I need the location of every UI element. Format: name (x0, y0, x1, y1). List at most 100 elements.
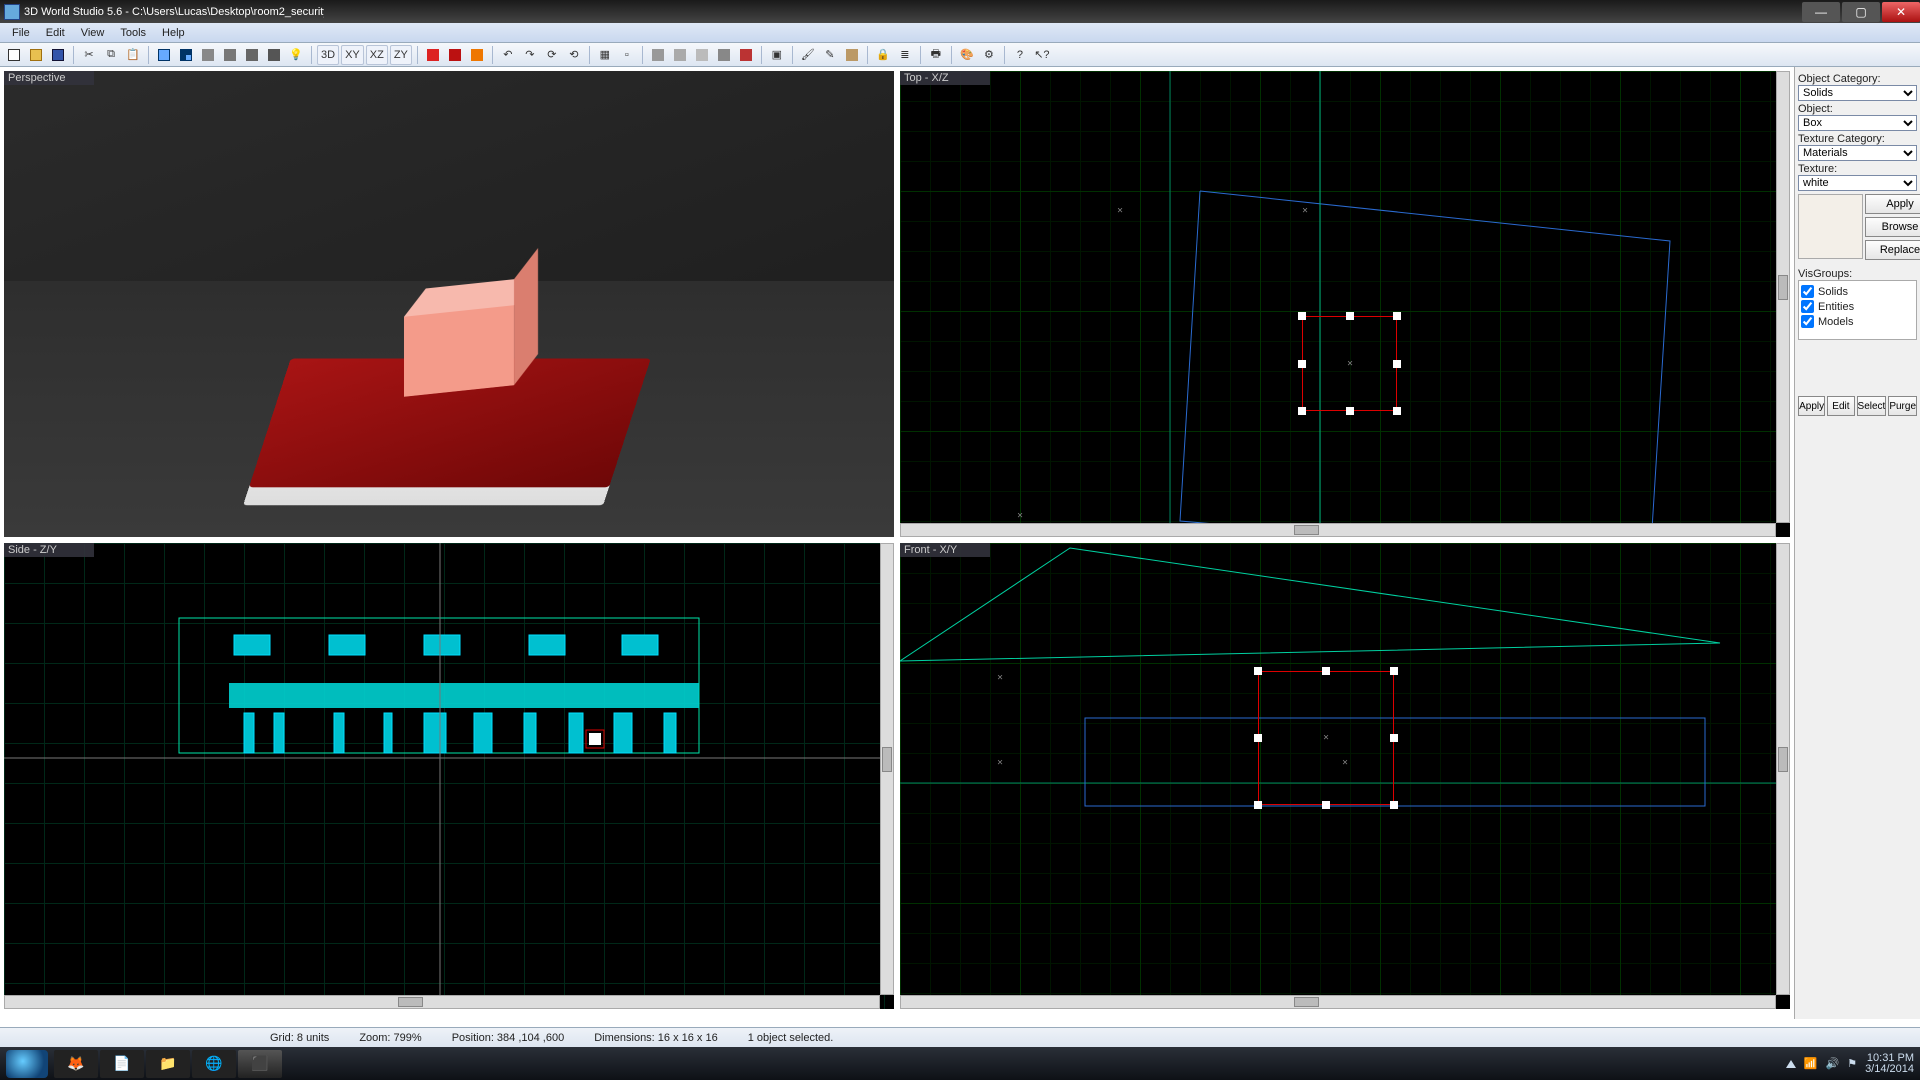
object-select[interactable]: Box (1798, 115, 1917, 131)
tray-clock[interactable]: 10:31 PM 3/14/2014 (1865, 1053, 1914, 1075)
save-icon[interactable] (48, 45, 68, 65)
vg-solids-checkbox[interactable] (1801, 285, 1814, 298)
minimize-button[interactable]: — (1802, 2, 1840, 22)
scrollbar-h[interactable] (900, 995, 1776, 1009)
cut-icon[interactable]: ✂ (79, 45, 99, 65)
palette-icon[interactable]: 🎨 (957, 45, 977, 65)
view-zy-button[interactable]: ZY (390, 45, 412, 65)
vg-edit-button[interactable]: Edit (1827, 396, 1854, 416)
help-icon[interactable]: ? (1010, 45, 1030, 65)
notepad-icon[interactable]: 📄 (100, 1050, 144, 1078)
vg-entities[interactable]: Entities (1801, 300, 1914, 313)
red-cube-icon[interactable] (423, 45, 443, 65)
shade-3-icon[interactable] (242, 45, 262, 65)
app-icon (4, 4, 20, 20)
layers-icon[interactable]: ≣ (895, 45, 915, 65)
apply-texture-button[interactable]: Apply (1865, 194, 1920, 214)
action-center-icon[interactable]: ⚑ (1847, 1057, 1857, 1070)
active-app-task-icon[interactable]: ⬛ (238, 1050, 282, 1078)
vg-solids[interactable]: Solids (1801, 285, 1914, 298)
maximize-button[interactable]: ▢ (1842, 2, 1880, 22)
material-icon[interactable] (842, 45, 862, 65)
visgroups-list: Solids Entities Models (1798, 280, 1917, 340)
group-icon[interactable]: ▣ (767, 45, 787, 65)
menu-tools[interactable]: Tools (112, 25, 154, 41)
view-xz-button[interactable]: XZ (366, 45, 388, 65)
red-cube2-icon[interactable] (445, 45, 465, 65)
light-icon[interactable]: 💡 (286, 45, 306, 65)
scrollbar-h[interactable] (4, 995, 880, 1009)
menu-help[interactable]: Help (154, 25, 193, 41)
texture-preview (1798, 194, 1863, 259)
status-position: Position: 384 ,104 ,600 (452, 1032, 565, 1044)
view-xy-button[interactable]: XY (341, 45, 364, 65)
volume-icon[interactable]: 🔊 (1825, 1057, 1839, 1070)
csg-carve-icon[interactable] (714, 45, 734, 65)
viewport-label: Top - X/Z (900, 71, 990, 85)
visgroups-label: VisGroups: (1798, 268, 1917, 280)
windows-taskbar: 🦊 📄 📁 🌐 ⬛ 📶 🔊 ⚑ 10:31 PM 3/14/2014 (0, 1047, 1920, 1080)
whatsthis-icon[interactable]: ↖? (1032, 45, 1052, 65)
network-icon[interactable]: 📶 (1804, 1057, 1818, 1070)
titlebar: 3D World Studio 5.6 - C:\Users\Lucas\Des… (0, 0, 1920, 23)
firefox-icon[interactable]: 🦊 (54, 1050, 98, 1078)
csg-clip-icon[interactable] (736, 45, 756, 65)
rotate-cw-icon[interactable]: ⟳ (542, 45, 562, 65)
vg-purge-button[interactable]: Purge (1888, 396, 1917, 416)
app-task-icon[interactable]: 🌐 (192, 1050, 236, 1078)
open-icon[interactable] (26, 45, 46, 65)
scrollbar-v[interactable] (880, 543, 894, 995)
viewport-single-icon[interactable] (154, 45, 174, 65)
paint-icon[interactable]: 🖌 (798, 45, 818, 65)
view-3d-button[interactable]: 3D (317, 45, 339, 65)
shade-4-icon[interactable] (264, 45, 284, 65)
viewport-quad-icon[interactable] (176, 45, 196, 65)
viewport-label: Front - X/Y (900, 543, 990, 557)
redo-icon[interactable]: ↷ (520, 45, 540, 65)
csg-hollow-icon[interactable] (692, 45, 712, 65)
texture-select[interactable]: white (1798, 175, 1917, 191)
vg-models[interactable]: Models (1801, 315, 1914, 328)
menu-file[interactable]: File (4, 25, 38, 41)
scrollbar-h[interactable] (900, 523, 1776, 537)
print-icon[interactable]: 🖶 (926, 45, 946, 65)
start-button[interactable] (6, 1050, 48, 1078)
vg-entities-checkbox[interactable] (1801, 300, 1814, 313)
work-area: Perspective × × × × Top - X/Z (0, 67, 1920, 1027)
viewport-perspective[interactable]: Perspective (4, 71, 894, 537)
snap-grid-icon[interactable]: ▦ (595, 45, 615, 65)
vg-apply-button[interactable]: Apply (1798, 396, 1825, 416)
lock-icon[interactable]: 🔒 (873, 45, 893, 65)
rotate-ccw-icon[interactable]: ⟲ (564, 45, 584, 65)
close-button[interactable]: ✕ (1882, 2, 1920, 22)
new-icon[interactable] (4, 45, 24, 65)
scrollbar-v[interactable] (1776, 71, 1790, 523)
vg-models-checkbox[interactable] (1801, 315, 1814, 328)
viewport-front[interactable]: × × × × Front - X/Y (900, 543, 1790, 1009)
menu-view[interactable]: View (73, 25, 113, 41)
undo-icon[interactable]: ↶ (498, 45, 518, 65)
shade-2-icon[interactable] (220, 45, 240, 65)
viewport-side[interactable]: Side - Z/Y (4, 543, 894, 1009)
viewport-top[interactable]: × × × × Top - X/Z (900, 71, 1790, 537)
picker-icon[interactable]: ✎ (820, 45, 840, 65)
options-icon[interactable]: ⚙ (979, 45, 999, 65)
browse-texture-button[interactable]: Browse (1865, 217, 1920, 237)
shade-1-icon[interactable] (198, 45, 218, 65)
copy-icon[interactable]: ⧉ (101, 45, 121, 65)
csg-add-icon[interactable] (670, 45, 690, 65)
tray-expand-icon[interactable] (1786, 1060, 1796, 1068)
snap-vert-icon[interactable]: ▫ (617, 45, 637, 65)
replace-texture-button[interactable]: Replace (1865, 240, 1920, 260)
orange-cube-icon[interactable] (467, 45, 487, 65)
object-category-select[interactable]: Solids (1798, 85, 1917, 101)
vg-select-button[interactable]: Select (1857, 396, 1887, 416)
texture-category-select[interactable]: Materials (1798, 145, 1917, 161)
csg-sub-icon[interactable] (648, 45, 668, 65)
menu-edit[interactable]: Edit (38, 25, 73, 41)
texture-label: Texture: (1798, 163, 1917, 175)
explorer-icon[interactable]: 📁 (146, 1050, 190, 1078)
paste-icon[interactable]: 📋 (123, 45, 143, 65)
selected-object-3d (404, 305, 514, 397)
scrollbar-v[interactable] (1776, 543, 1790, 995)
